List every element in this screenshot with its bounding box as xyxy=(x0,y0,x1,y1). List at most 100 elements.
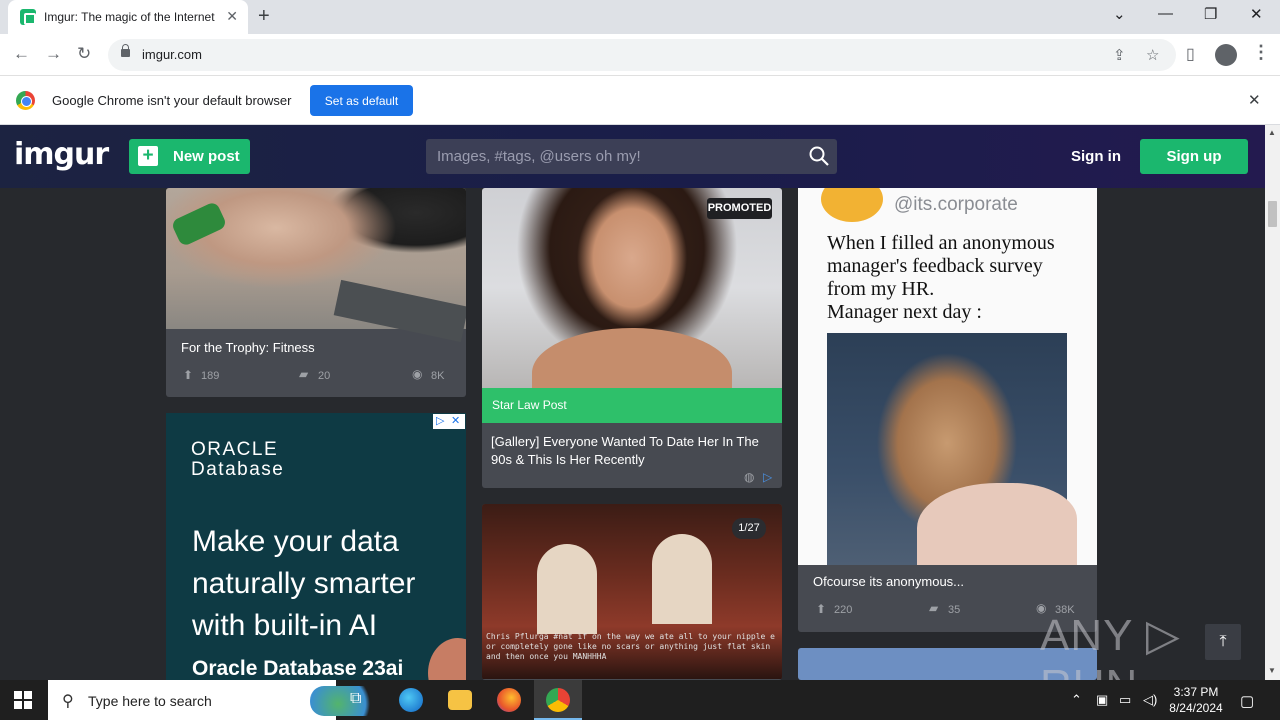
post-title[interactable]: Ofcourse its anonymous... xyxy=(813,573,964,591)
ad-info-icon[interactable]: ◍ xyxy=(744,470,754,484)
chrome-logo-icon xyxy=(16,91,35,110)
taskbar-search[interactable]: ⚲ Type here to search xyxy=(48,680,380,720)
oracle-ad[interactable]: ORACLE Database Make your data naturally… xyxy=(166,413,466,680)
profile-avatar-icon[interactable] xyxy=(1215,44,1237,66)
image-detail xyxy=(170,200,228,248)
infobar-close-icon[interactable]: ✕ xyxy=(1248,91,1261,109)
view-count: 8K xyxy=(431,370,445,382)
tab-search-icon[interactable]: ⌄ xyxy=(1113,5,1126,23)
image-caption: Chris Pflurga #nat if on the way we ate … xyxy=(486,632,775,661)
promoted-badge: PROMOTED xyxy=(707,198,772,219)
tab-close-icon[interactable]: ✕ xyxy=(226,8,238,25)
image-detail xyxy=(537,544,597,634)
share-icon[interactable]: ⇪ xyxy=(1113,46,1126,64)
tweet-line: Manager next day : xyxy=(827,301,982,323)
windows-start-icon[interactable] xyxy=(14,691,32,709)
post-title[interactable]: For the Trophy: Fitness xyxy=(181,339,315,357)
oracle-brand: ORACLE xyxy=(191,439,279,460)
new-post-label: New post xyxy=(173,148,240,165)
tweet-line: When I filled an anonymous xyxy=(827,232,1055,254)
clock-date: 8/24/2024 xyxy=(1169,701,1223,715)
new-post-button[interactable]: + New post xyxy=(129,139,250,174)
ad-close-icon[interactable]: ✕ xyxy=(451,414,460,427)
imgur-header: imgur + New post Sign in Sign up xyxy=(0,125,1265,188)
side-panel-icon[interactable]: ▯ xyxy=(1186,44,1195,64)
browser-tab[interactable]: Imgur: The magic of the Internet ✕ xyxy=(8,0,248,34)
upvote-icon[interactable]: ⬆ xyxy=(183,368,193,382)
search-icon: ⚲ xyxy=(62,693,74,710)
url-text[interactable]: imgur.com xyxy=(142,47,202,62)
chrome-icon[interactable] xyxy=(546,688,570,712)
adchoices-badge[interactable]: ▷ ✕ xyxy=(433,414,465,429)
oracle-logo: ORACLE Database xyxy=(191,440,284,480)
owl-image xyxy=(827,333,1077,565)
ad-headline: Make your data naturally smarter with bu… xyxy=(192,525,416,642)
chrome-taskbar-active[interactable] xyxy=(534,680,582,720)
sign-up-button[interactable]: Sign up xyxy=(1140,139,1248,174)
taskbar-clock[interactable]: 3:37 PM 8/24/2024 xyxy=(1168,684,1224,716)
comment-icon: ▰ xyxy=(929,601,939,615)
edge-icon[interactable] xyxy=(399,688,423,712)
forward-icon[interactable]: → xyxy=(45,44,62,64)
post-image[interactable]: @its.corporate When I filled an anonymou… xyxy=(798,188,1097,565)
upvote-icon[interactable]: ⬆ xyxy=(816,602,826,616)
address-bar[interactable]: imgur.com ⇪ ☆ xyxy=(108,39,1176,71)
adchoices-icon[interactable]: ▷ xyxy=(763,470,772,484)
device-icon[interactable]: ▣ xyxy=(1096,692,1108,708)
upvote-count: 220 xyxy=(834,604,853,616)
source-name: Star Law Post xyxy=(492,398,567,412)
tray-chevron-icon[interactable]: ⌃ xyxy=(1071,692,1082,708)
post-title[interactable]: [Gallery] Everyone Wanted To Date Her In… xyxy=(491,433,766,469)
tweet-handle: @its.corporate xyxy=(894,194,1018,215)
firefox-icon[interactable] xyxy=(497,688,521,712)
set-as-default-button[interactable]: Set as default xyxy=(310,85,413,116)
image-detail xyxy=(917,483,1077,565)
comment-count: 35 xyxy=(948,604,961,616)
back-icon[interactable]: ← xyxy=(13,44,30,64)
infobar-message: Google Chrome isn't your default browser xyxy=(52,93,292,108)
window-close-button[interactable]: ✕ xyxy=(1250,5,1263,23)
tweet-line: manager's feedback survey xyxy=(827,255,1043,277)
oracle-product: Database xyxy=(191,459,285,480)
scroll-thumb[interactable] xyxy=(1268,201,1277,227)
source-bar[interactable]: Star Law Post xyxy=(482,388,782,423)
post-image[interactable] xyxy=(166,188,466,343)
page-scrollbar[interactable]: ▲ ▼ xyxy=(1265,125,1280,680)
tab-title: Imgur: The magic of the Internet xyxy=(44,10,215,24)
search-box xyxy=(426,139,837,174)
chrome-menu-icon[interactable]: ⋮ xyxy=(1252,42,1270,63)
post-card-fitness[interactable]: For the Trophy: Fitness ⬆ 189 ▰ 20 ◉ 8K xyxy=(166,188,466,397)
gallery-count-badge: 1/27 xyxy=(732,518,766,539)
upvote-count: 189 xyxy=(201,370,220,382)
search-input[interactable] xyxy=(426,139,796,174)
tab-strip: Imgur: The magic of the Internet ✕ + ⌄ —… xyxy=(0,0,1280,34)
volume-icon[interactable]: ◁) xyxy=(1143,692,1157,708)
sign-in-link[interactable]: Sign in xyxy=(1071,148,1121,165)
avatar xyxy=(821,188,883,222)
image-detail xyxy=(652,534,712,624)
reload-icon[interactable]: ↻ xyxy=(77,44,91,64)
taskbar-search-text: Type here to search xyxy=(88,693,212,709)
new-tab-button[interactable]: + xyxy=(258,5,270,28)
restore-button[interactable]: ❐ xyxy=(1204,5,1217,23)
back-to-top-icon[interactable]: ⤒ xyxy=(1205,624,1241,660)
network-icon[interactable]: ▭ xyxy=(1119,692,1131,708)
ad-subhead: Oracle Database 23ai xyxy=(192,657,404,680)
default-browser-infobar: Google Chrome isn't your default browser… xyxy=(0,76,1280,125)
imgur-favicon-icon xyxy=(20,9,36,25)
bookmark-star-icon[interactable]: ☆ xyxy=(1146,46,1159,64)
lock-icon[interactable] xyxy=(121,44,130,57)
adchoices-icon[interactable]: ▷ xyxy=(436,414,444,427)
scroll-up-icon[interactable]: ▲ xyxy=(1268,128,1276,137)
plus-icon: + xyxy=(138,146,158,166)
file-explorer-icon[interactable] xyxy=(448,690,472,710)
comment-icon: ▰ xyxy=(299,367,309,381)
tweet-line: from my HR. xyxy=(827,278,935,300)
notifications-icon[interactable]: ▢ xyxy=(1240,692,1254,710)
minimize-button[interactable]: — xyxy=(1158,5,1173,22)
task-view-icon[interactable]: ⧉ xyxy=(350,690,361,708)
tweet-text: When I filled an anonymous manager's fee… xyxy=(827,232,1055,324)
search-icon[interactable] xyxy=(809,146,829,166)
post-card-promoted[interactable]: Star Law Post [Gallery] Everyone Wanted … xyxy=(482,188,782,488)
imgur-logo[interactable]: imgur xyxy=(14,137,109,172)
